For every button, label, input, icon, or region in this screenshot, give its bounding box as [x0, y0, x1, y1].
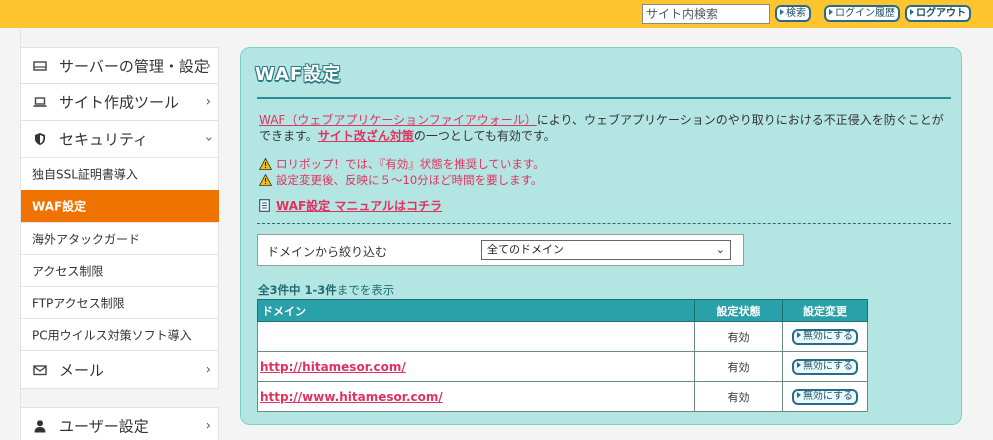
sidebar-item-label: メール	[59, 361, 105, 379]
disable-button-label: 無効にする	[802, 390, 854, 402]
server-icon	[33, 60, 47, 71]
arrow-right-icon	[910, 9, 914, 15]
sidebar-item-label: ユーザー設定	[59, 417, 149, 435]
chevron-down-icon: ⌄	[715, 243, 725, 256]
sidebar-subitem-access-limit[interactable]: アクセス制限	[21, 254, 219, 286]
chevron-right-icon: ›	[205, 362, 211, 377]
filter-selected-value: 全てのドメイン	[487, 243, 564, 256]
domain-cell: http://www.hitamesor.com/	[257, 381, 695, 412]
manual-link-label: WAF設定 マニュアルはコチラ	[276, 199, 443, 213]
warning-recommended: ロリポップ！では、『有効』状態を推奨しています。	[259, 156, 545, 172]
sidebar-subitem-ftp-limit[interactable]: FTPアクセス制限	[21, 286, 219, 318]
chevron-right-icon: ›	[205, 58, 211, 73]
arrow-right-icon	[829, 9, 833, 15]
search-button[interactable]: 検索	[775, 5, 811, 22]
count-suffix: までを表示	[336, 283, 395, 297]
sidebar-subitem-label: 独自SSL証明書導入	[32, 167, 138, 182]
status-cell: 有効	[694, 351, 783, 382]
domain-filter: ドメインから絞り込む 全てのドメイン ⌄	[257, 234, 744, 266]
login-history-label: ログイン履歴	[835, 8, 895, 19]
sidebar-subitem-label: PC用ウイルス対策ソフト導入	[32, 328, 192, 342]
sidebar-subitem-attack-guard[interactable]: 海外アタックガード	[21, 222, 219, 254]
logout-label: ログアウト	[916, 8, 966, 19]
sidebar-item-site-tools[interactable]: サイト作成ツール ›	[21, 83, 219, 120]
arrow-right-icon	[796, 391, 801, 398]
col-header-status: 設定状態	[694, 299, 783, 322]
chevron-right-icon: ›	[205, 418, 211, 433]
site-tampering-link[interactable]: サイト改ざん対策	[318, 129, 414, 143]
arrow-right-icon	[796, 361, 801, 368]
domain-link[interactable]: http://hitamesor.com/	[260, 360, 406, 374]
col-header-domain: ドメイン	[257, 299, 695, 322]
table-row: http://www.hitamesor.com/ 有効 無効にする	[257, 381, 868, 412]
chevron-right-icon: ›	[205, 94, 211, 110]
sidebar-item-label: サイト作成ツール	[59, 93, 180, 112]
domain-cell: http://hitamesor.com/	[257, 351, 695, 382]
disable-button-label: 無効にする	[802, 360, 854, 372]
sidebar-item-user-settings[interactable]: ユーザー設定 ›	[21, 407, 219, 440]
sidebar-item-security[interactable]: セキュリティ ›	[21, 120, 219, 157]
login-history-button[interactable]: ログイン履歴	[824, 5, 900, 22]
mail-icon	[33, 364, 47, 375]
sidebar-subitem-ssl[interactable]: 独自SSL証明書導入	[21, 157, 219, 190]
title-divider	[257, 97, 951, 99]
domain-filter-select[interactable]: 全てのドメイン ⌄	[481, 240, 731, 260]
sidebar-subitem-waf[interactable]: WAF設定	[21, 190, 219, 222]
sidebar-spacer	[21, 388, 219, 407]
top-bar: 検索 ログイン履歴 ログアウト	[0, 0, 993, 28]
intro-sentence-end: の一つとしても有効です。	[413, 129, 556, 143]
waf-settings-panel: WAF設定 WAF（ウェブアプリケーションファイアウォール）により、ウェブアプリ…	[240, 47, 962, 425]
domain-cell	[257, 321, 695, 352]
table-row: http://hitamesor.com/ 有効 無効にする	[257, 351, 868, 382]
disable-button-label: 無効にする	[802, 330, 854, 342]
waf-definition-link[interactable]: WAF（ウェブアプリケーションファイアウォール）	[259, 113, 537, 127]
status-cell: 有効	[694, 321, 783, 352]
page-title: WAF設定	[255, 64, 342, 85]
sidebar-subitem-label: FTPアクセス制限	[32, 296, 125, 310]
count-total: 全3件中 1-3件	[258, 283, 337, 297]
disable-button[interactable]: 無効にする	[791, 388, 859, 405]
warning-delay: 設定変更後、反映に５～10分ほど時間を要します。	[259, 172, 542, 188]
site-search-input[interactable]	[642, 4, 770, 24]
shield-icon	[35, 133, 45, 145]
chevron-down-icon: ›	[200, 136, 216, 142]
user-icon	[34, 419, 46, 432]
section-divider	[257, 223, 951, 224]
action-cell: 無効にする	[782, 351, 868, 382]
document-icon	[259, 199, 270, 212]
arrow-right-icon	[796, 331, 801, 338]
logout-button[interactable]: ログアウト	[905, 5, 971, 22]
sidebar-subitem-label: WAF設定	[32, 199, 87, 214]
sidebar-subitem-label: アクセス制限	[32, 264, 104, 278]
disable-button[interactable]: 無効にする	[791, 358, 859, 375]
domain-table: ドメイン 設定状態 設定変更 有効 無効にする http://hitamesor…	[257, 299, 868, 412]
status-cell: 有効	[694, 381, 783, 412]
sidebar-item-label: サーバーの管理・設定	[59, 57, 209, 75]
action-cell: 無効にする	[782, 381, 868, 412]
action-cell: 無効にする	[782, 321, 868, 352]
sidebar-item-server[interactable]: サーバーの管理・設定 ›	[21, 47, 219, 83]
arrow-right-icon	[780, 9, 784, 15]
domain-link[interactable]: http://www.hitamesor.com/	[260, 390, 443, 404]
laptop-icon	[33, 97, 47, 107]
sidebar-subitem-antivirus[interactable]: PC用ウイルス対策ソフト導入	[21, 318, 219, 350]
sidebar-subitem-label: 海外アタックガード	[32, 232, 141, 246]
sidebar-item-mail[interactable]: メール ›	[21, 350, 219, 388]
intro-text: WAF（ウェブアプリケーションファイアウォール）により、ウェブアプリケーションの…	[259, 112, 949, 144]
sidebar-item-label: セキュリティ	[59, 130, 149, 149]
warning-icon	[259, 174, 272, 186]
warning-text: 設定変更後、反映に５～10分ほど時間を要します。	[276, 173, 543, 187]
disable-button[interactable]: 無効にする	[791, 328, 859, 345]
result-count: 全3件中 1-3件までを表示	[258, 282, 394, 298]
warning-text: ロリポップ！では、『有効』状態を推奨しています。	[276, 157, 545, 171]
table-header-row: ドメイン 設定状態 設定変更	[257, 299, 868, 322]
filter-label: ドメインから絞り込む	[267, 245, 388, 259]
search-button-label: 検索	[786, 8, 806, 19]
manual-link[interactable]: WAF設定 マニュアルはコチラ	[259, 197, 442, 214]
sidebar-spacer	[21, 28, 219, 47]
table-row: 有効 無効にする	[257, 321, 868, 352]
warning-icon	[259, 158, 272, 170]
col-header-change: 設定変更	[782, 299, 868, 322]
sidebar: サーバーの管理・設定 › サイト作成ツール › セキュリティ › 独自SSL証明…	[20, 28, 219, 440]
